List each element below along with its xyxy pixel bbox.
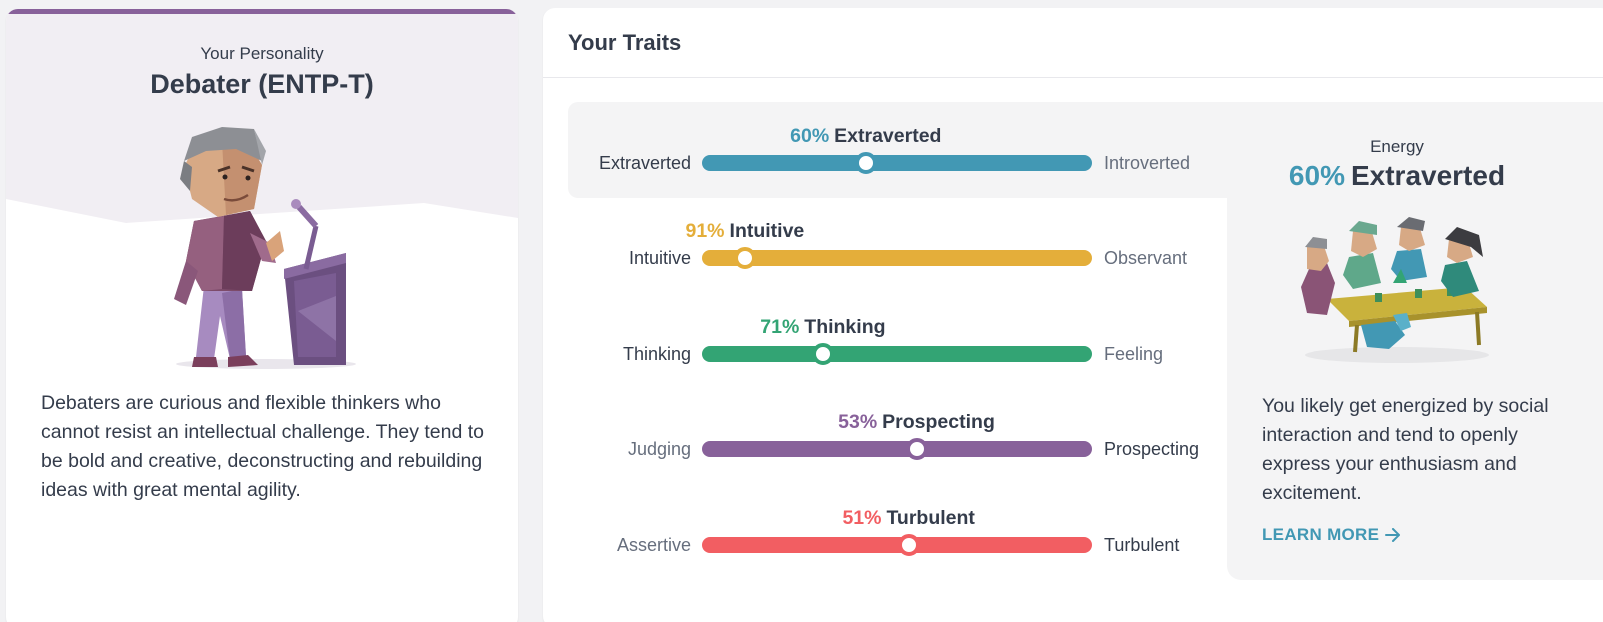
trait-right-label: Observant <box>1104 248 1188 268</box>
debater-illustration <box>174 127 356 369</box>
trait-row[interactable]: 51% Turbulent Assertive Turbulent <box>568 507 1228 577</box>
energy-trait-name: Extraverted <box>1350 160 1506 191</box>
trait-row[interactable]: 71% Thinking Thinking Feeling <box>568 316 1228 386</box>
personality-accent-bar <box>6 9 518 14</box>
trait-heading: 91% Intuitive <box>685 220 804 243</box>
trait-right-label: Introverted <box>1104 153 1191 173</box>
traits-title: Your Traits <box>568 30 682 55</box>
learn-more-label: LEARN MORE <box>1262 525 1380 544</box>
trait-slider-track[interactable] <box>702 343 1092 365</box>
group-table-illustration <box>1301 217 1489 363</box>
trait-heading: 51% Turbulent <box>842 507 975 530</box>
energy-panel: Energy 60% Extraverted You likely get en… <box>1227 102 1603 580</box>
trait-name: Intuitive <box>729 220 805 242</box>
trait-row[interactable]: 91% Intuitive Intuitive Observant <box>568 220 1228 290</box>
trait-percent: 60% <box>790 125 830 147</box>
trait-slider-track[interactable] <box>702 152 1092 174</box>
traits-divider <box>543 77 1603 78</box>
trait-slider-thumb[interactable] <box>733 247 756 269</box>
trait-slider-track[interactable] <box>702 247 1092 269</box>
trait-name: Prospecting <box>882 411 995 433</box>
personality-description: Debaters are curious and flexible thinke… <box>41 392 485 501</box>
learn-more-link[interactable]: LEARN MORE <box>1262 525 1401 545</box>
trait-slider-thumb[interactable] <box>854 152 877 174</box>
trait-slider-thumb[interactable] <box>905 438 928 460</box>
trait-row[interactable]: 53% Prospecting Judging Prospecting <box>568 411 1228 481</box>
trait-slider-thumb[interactable] <box>897 534 920 556</box>
energy-description: You likely get energized by social inter… <box>1262 395 1549 504</box>
traits-card: Your Traits 60% Extraverted Extraverted Int… <box>543 8 1603 622</box>
trait-left-label: Extraverted <box>598 153 691 173</box>
trait-left-label: Assertive <box>616 535 691 555</box>
trait-percent: 91% <box>685 220 725 242</box>
energy-percent: 60% <box>1288 160 1345 191</box>
trait-left-label: Intuitive <box>628 248 691 268</box>
trait-name: Thinking <box>804 316 886 338</box>
personality-label: Your Personality <box>200 44 324 63</box>
trait-name: Extraverted <box>834 125 942 147</box>
trait-heading: 53% Prospecting <box>838 411 995 434</box>
trait-slider-thumb[interactable] <box>811 343 834 365</box>
energy-value: 60% Extraverted <box>1227 160 1567 192</box>
trait-right-label: Feeling <box>1104 344 1164 364</box>
trait-heading: 71% Thinking <box>760 316 885 339</box>
energy-label: Energy <box>1370 137 1424 156</box>
personality-type-title: Debater (ENTP-T) <box>150 69 374 99</box>
personality-card: Your Personality Debater (ENTP-T) Debate… <box>6 9 518 622</box>
arrow-right-icon <box>1385 528 1401 542</box>
trait-slider-track[interactable] <box>702 534 1092 556</box>
trait-name: Turbulent <box>886 507 975 529</box>
trait-left-label: Thinking <box>622 344 691 364</box>
trait-heading: 60% Extraverted <box>790 125 941 148</box>
trait-row[interactable]: 60% Extraverted Extraverted Introverted <box>568 125 1228 195</box>
trait-percent: 51% <box>842 507 882 529</box>
trait-left-label: Judging <box>627 439 691 459</box>
trait-percent: 53% <box>838 411 878 433</box>
trait-right-label: Turbulent <box>1104 535 1180 555</box>
trait-slider-track[interactable] <box>702 438 1092 460</box>
trait-right-label: Prospecting <box>1104 439 1200 459</box>
trait-percent: 71% <box>760 316 800 338</box>
